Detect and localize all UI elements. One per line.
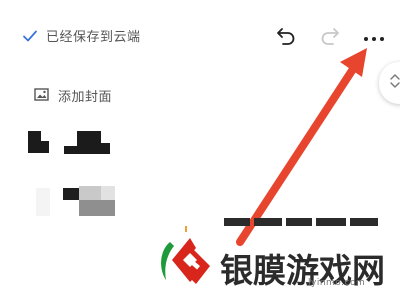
watermark-logo bbox=[161, 238, 210, 284]
redaction-block bbox=[36, 188, 50, 216]
redo-icon bbox=[319, 25, 341, 49]
redaction-block bbox=[77, 131, 91, 154]
editor-top-bar: 已经保存到云端 bbox=[0, 0, 400, 75]
more-button[interactable] bbox=[360, 24, 388, 50]
redaction-block bbox=[64, 146, 77, 154]
save-status: 已经保存到云端 bbox=[22, 26, 141, 45]
redaction-block bbox=[79, 200, 115, 216]
watermark: 银膜游戏网 lyinmo.com bbox=[150, 214, 400, 292]
watermark-domain: lyinmo.com bbox=[308, 278, 366, 288]
redaction-block bbox=[28, 131, 41, 153]
add-cover-button[interactable]: 添加封面 bbox=[34, 86, 112, 105]
redaction-block bbox=[79, 186, 101, 200]
redaction-block bbox=[41, 141, 49, 153]
save-status-text: 已经保存到云端 bbox=[46, 30, 141, 45]
expand-collapse-icon bbox=[389, 73, 400, 93]
redaction-block bbox=[63, 188, 79, 200]
redaction-block bbox=[91, 143, 110, 154]
more-icon bbox=[363, 28, 385, 47]
redaction-block bbox=[91, 131, 101, 143]
image-icon bbox=[34, 86, 49, 105]
redo-button[interactable] bbox=[316, 24, 344, 50]
undo-button[interactable] bbox=[272, 24, 300, 50]
add-cover-label: 添加封面 bbox=[58, 90, 113, 105]
watermark-stroke-decoration bbox=[224, 218, 378, 226]
check-icon bbox=[22, 29, 38, 43]
redaction-block bbox=[101, 186, 115, 200]
undo-icon bbox=[275, 25, 297, 49]
